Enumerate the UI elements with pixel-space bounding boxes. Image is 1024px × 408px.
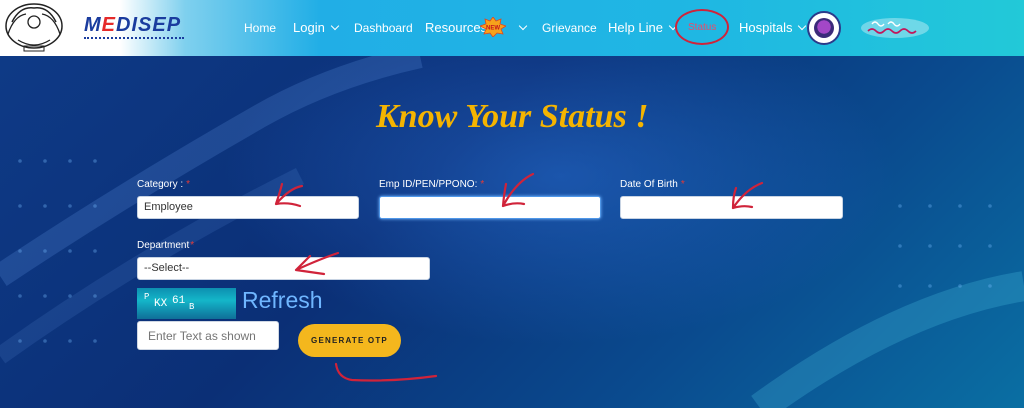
nav-login-label: Login (293, 20, 325, 35)
required-mark: * (680, 179, 685, 190)
nav-helpline-label: Help Line (608, 20, 663, 35)
empid-input[interactable] (379, 196, 601, 219)
nav-hospitals[interactable]: Hospitals (739, 19, 807, 37)
required-mark: * (190, 240, 195, 251)
nav-grievance[interactable]: Grievance (542, 19, 597, 37)
refresh-captcha-link[interactable]: Refresh (242, 287, 323, 314)
nav-dashboard[interactable]: Dashboard (354, 19, 413, 37)
kerala-emblem-icon (5, 3, 63, 52)
department-label: Department* (137, 240, 195, 251)
captcha-input[interactable] (137, 321, 279, 350)
brand-wordmark: MEDISEP (84, 14, 182, 36)
partner-logo-icon[interactable] (807, 11, 841, 45)
chevron-down-icon (798, 21, 807, 31)
required-mark: * (186, 179, 191, 190)
department-select[interactable]: --Select-- (137, 257, 430, 280)
dob-label: Date Of Birth * (620, 179, 685, 190)
status-page-main: Know Your Status ! Category : * Employee … (0, 56, 1024, 408)
captcha-image: P KX 61 B (137, 288, 236, 319)
brand-tagline-decor (84, 37, 184, 40)
nav-login[interactable]: Login (293, 19, 340, 37)
malayalam-logo-icon (861, 18, 929, 38)
empid-label: Emp ID/PEN/PPONO: * (379, 179, 485, 190)
generate-otp-button[interactable]: GENERATE OTP (298, 324, 401, 357)
medisep-logo[interactable]: MEDISEP (84, 14, 184, 42)
nav-resources-label: Resources (425, 20, 488, 35)
page-title: Know Your Status ! (376, 98, 649, 135)
nav-helpline[interactable]: Help Line (608, 19, 678, 37)
dob-input[interactable] (620, 196, 843, 219)
chevron-down-icon (518, 21, 528, 31)
svg-text:NEW: NEW (486, 26, 500, 32)
category-label: Category : * (137, 179, 191, 190)
nav-hospitals-label: Hospitals (739, 20, 793, 35)
new-badge-icon: NEW (480, 17, 506, 37)
category-select[interactable]: Employee (137, 196, 359, 219)
chevron-down-icon (330, 21, 340, 31)
annotation-circle-status (675, 9, 729, 45)
required-mark: * (480, 179, 485, 190)
nav-resources[interactable]: Resources (425, 19, 528, 37)
site-header: MEDISEP Home Login Dashboard Resources G… (0, 0, 1024, 56)
nav-home[interactable]: Home (244, 19, 276, 37)
